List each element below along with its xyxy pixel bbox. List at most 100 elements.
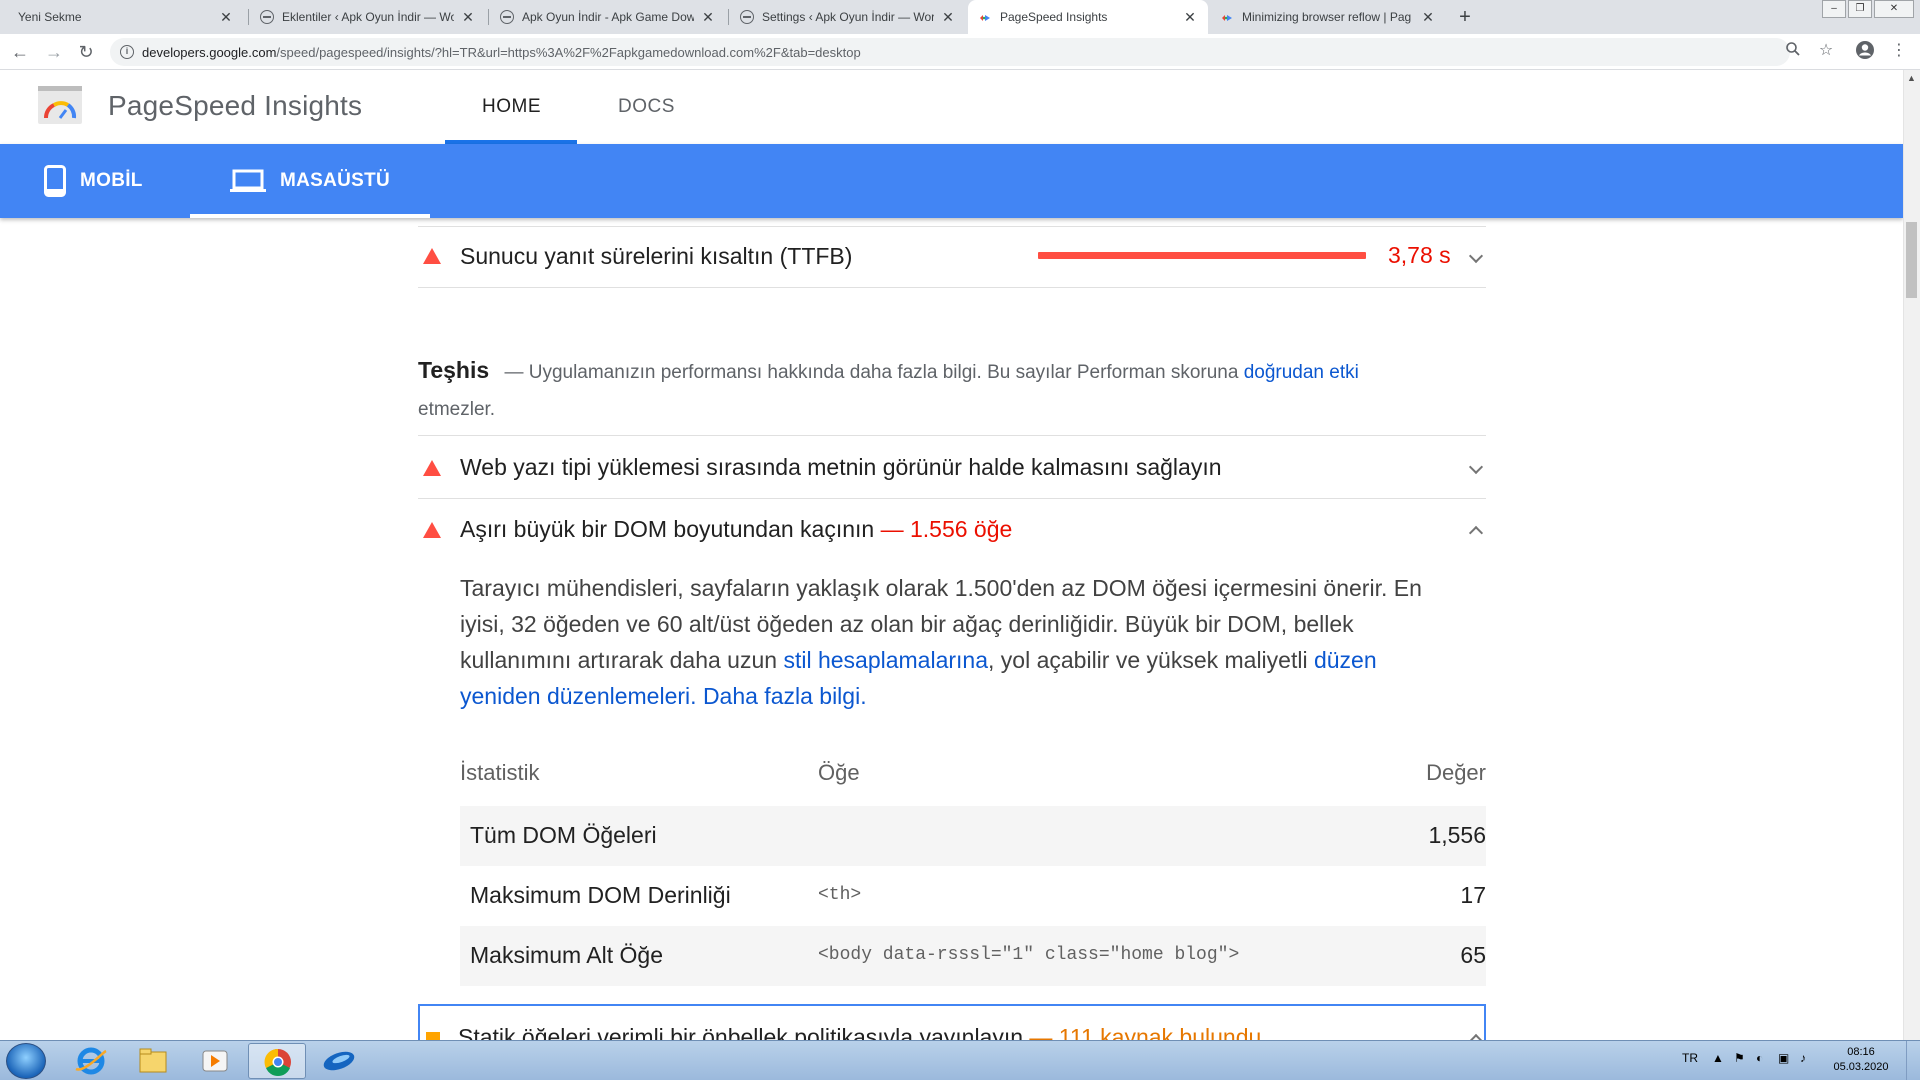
close-tab-icon[interactable]: ✕ <box>218 9 234 26</box>
developers-favicon-icon <box>1222 15 1232 21</box>
audit-cache-policy[interactable]: Statik öğeleri verimli bir önbellek poli… <box>418 1004 1486 1040</box>
clock-time: 08:16 <box>1847 1046 1875 1058</box>
fail-triangle-icon <box>423 522 441 538</box>
learn-more-link[interactable]: Daha fazla bilgi <box>703 683 860 709</box>
direct-impact-link[interactable]: doğrudan etki <box>1244 362 1359 383</box>
volume-icon[interactable]: ♪ <box>1800 1051 1806 1065</box>
windows-taskbar: TR ▲ ⚑ ◐ ▣ ♪ 08:16 05.03.2020 <box>0 1040 1920 1080</box>
divider <box>418 287 1486 288</box>
audit-title: Aşırı büyük bir DOM boyutundan kaçının <box>460 516 875 542</box>
app-taskbar-icon[interactable] <box>310 1043 368 1079</box>
diagnostics-intro: — Uygulamanızın performansı hakkında dah… <box>504 362 1239 383</box>
show-desktop-button[interactable] <box>1906 1041 1920 1080</box>
show-hidden-icons-icon[interactable]: ▲ <box>1712 1051 1724 1065</box>
savings-value: 3,78 s <box>1388 242 1451 268</box>
browser-tab[interactable]: Yeni Sekme ✕ <box>8 0 244 34</box>
globe-icon <box>740 10 754 24</box>
globe-icon <box>260 10 274 24</box>
file-explorer-icon[interactable] <box>124 1043 182 1079</box>
new-tab-button[interactable]: + <box>1452 4 1478 30</box>
tab-title: Apk Oyun İndir - Apk Game Dow <box>522 10 694 24</box>
device-tab-bar: MOBİL MASAÜSTÜ <box>0 144 1903 218</box>
audit-title-row: Statik öğeleri verimli bir önbellek poli… <box>458 1024 1261 1040</box>
browser-tab[interactable]: Apk Oyun İndir - Apk Game Dow ✕ <box>490 0 726 34</box>
start-button[interactable] <box>6 1043 46 1079</box>
style-calc-link[interactable]: stil hesaplamalarına <box>783 647 988 673</box>
scroll-up-icon[interactable]: ▲ <box>1903 70 1920 86</box>
close-tab-icon[interactable]: ✕ <box>1420 9 1436 26</box>
menu-icon[interactable]: ⋮ <box>1888 40 1910 60</box>
action-center-icon[interactable]: ⚑ <box>1734 1051 1745 1065</box>
device-active-indicator <box>190 214 430 218</box>
diagnostics-title: Teşhis <box>418 357 490 383</box>
laptop-icon <box>230 169 266 192</box>
chevron-down-icon[interactable] <box>1468 248 1484 264</box>
chevron-down-icon[interactable] <box>1468 459 1484 475</box>
close-window-button[interactable]: ✕ <box>1874 0 1914 18</box>
close-tab-icon[interactable]: ✕ <box>460 9 476 26</box>
language-indicator[interactable]: TR <box>1682 1051 1698 1065</box>
browser-tab[interactable]: Settings ‹ Apk Oyun İndir — Wor ✕ <box>730 0 966 34</box>
close-tab-icon[interactable]: ✕ <box>700 9 716 26</box>
tab-title: Yeni Sekme <box>18 10 82 24</box>
fail-triangle-icon <box>423 248 441 264</box>
browser-tab[interactable]: Minimizing browser reflow | Pag ✕ <box>1210 0 1446 34</box>
table-row: Tüm DOM Öğeleri 1,556 <box>460 806 1486 866</box>
media-player-icon[interactable] <box>186 1043 244 1079</box>
minimize-button[interactable]: – <box>1822 0 1846 18</box>
divider <box>418 226 1486 227</box>
internet-explorer-icon[interactable] <box>62 1043 120 1079</box>
column-header-element: Öğe <box>818 760 860 785</box>
tray-app-icon[interactable]: ◐ <box>1756 1051 1763 1065</box>
savings-bar <box>1038 252 1366 259</box>
back-icon[interactable]: ← <box>8 40 32 64</box>
close-tab-icon[interactable]: ✕ <box>1182 9 1198 26</box>
cell-stat: Tüm DOM Öğeleri <box>470 822 657 848</box>
audit-title: Web yazı tipi yüklemesi sırasında metnin… <box>460 454 1222 480</box>
system-clock[interactable]: 08:16 05.03.2020 <box>1826 1045 1896 1075</box>
column-header-stat: İstatistik <box>460 760 540 785</box>
fail-triangle-icon <box>423 460 441 476</box>
globe-icon <box>500 10 514 24</box>
phone-icon <box>44 165 66 197</box>
browser-tab[interactable]: Eklentiler ‹ Apk Oyun İndir — Wo ✕ <box>250 0 486 34</box>
description-text: . <box>860 683 867 709</box>
restore-button[interactable]: ❐ <box>1848 0 1872 18</box>
pagespeed-logo-icon[interactable] <box>38 86 82 124</box>
psi-header: PageSpeed Insights HOME DOCS <box>0 70 1900 144</box>
forward-icon[interactable]: → <box>42 40 66 64</box>
cell-value: 1,556 <box>1428 822 1486 848</box>
page-scrollbar[interactable] <box>1903 70 1920 1040</box>
tab-mobile[interactable]: MOBİL <box>44 144 143 218</box>
table-row: Maksimum Alt Öğe <body data-rsssl="1" cl… <box>460 926 1486 986</box>
nav-home[interactable]: HOME <box>482 96 541 118</box>
chevron-up-icon[interactable] <box>1468 525 1484 541</box>
tab-mobile-label: MOBİL <box>80 170 143 191</box>
scrollbar-thumb[interactable] <box>1906 222 1917 298</box>
browser-tab-active[interactable]: PageSpeed Insights ✕ <box>968 0 1208 34</box>
diagnostics-intro-tail: etmezler. <box>418 399 496 420</box>
zoom-icon[interactable] <box>1782 41 1804 62</box>
network-icon[interactable]: ▣ <box>1778 1051 1789 1065</box>
description-text: , yol açabilir ve yüksek maliyetli <box>988 647 1314 673</box>
profile-icon[interactable] <box>1854 40 1876 65</box>
table-row: Maksimum DOM Derinliği <th> 17 <box>460 866 1486 926</box>
audit-title: Statik öğeleri verimli bir önbellek poli… <box>458 1024 1024 1040</box>
address-bar[interactable]: i developers.google.com /speed/pagespeed… <box>110 38 1790 66</box>
close-tab-icon[interactable]: ✕ <box>940 9 956 26</box>
average-square-icon <box>426 1032 440 1040</box>
info-icon[interactable]: i <box>120 45 134 59</box>
tab-title: Settings ‹ Apk Oyun İndir — Wor <box>762 10 934 24</box>
browser-tab-strip: Yeni Sekme ✕ Eklentiler ‹ Apk Oyun İndir… <box>0 0 1920 34</box>
chrome-taskbar-icon[interactable] <box>248 1043 306 1079</box>
browser-toolbar: ← → ↻ i developers.google.com /speed/pag… <box>0 34 1920 70</box>
cell-stat: Maksimum Alt Öğe <box>470 942 663 968</box>
tab-title: Eklentiler ‹ Apk Oyun İndir — Wo <box>282 10 454 24</box>
psi-brand-title[interactable]: PageSpeed Insights <box>108 90 362 122</box>
tab-desktop[interactable]: MASAÜSTÜ <box>230 144 390 218</box>
nav-docs[interactable]: DOCS <box>618 96 675 118</box>
cell-value: 17 <box>1460 882 1486 908</box>
star-icon[interactable]: ☆ <box>1815 40 1837 60</box>
reload-icon[interactable]: ↻ <box>74 40 98 64</box>
clock-date: 05.03.2020 <box>1833 1061 1889 1073</box>
